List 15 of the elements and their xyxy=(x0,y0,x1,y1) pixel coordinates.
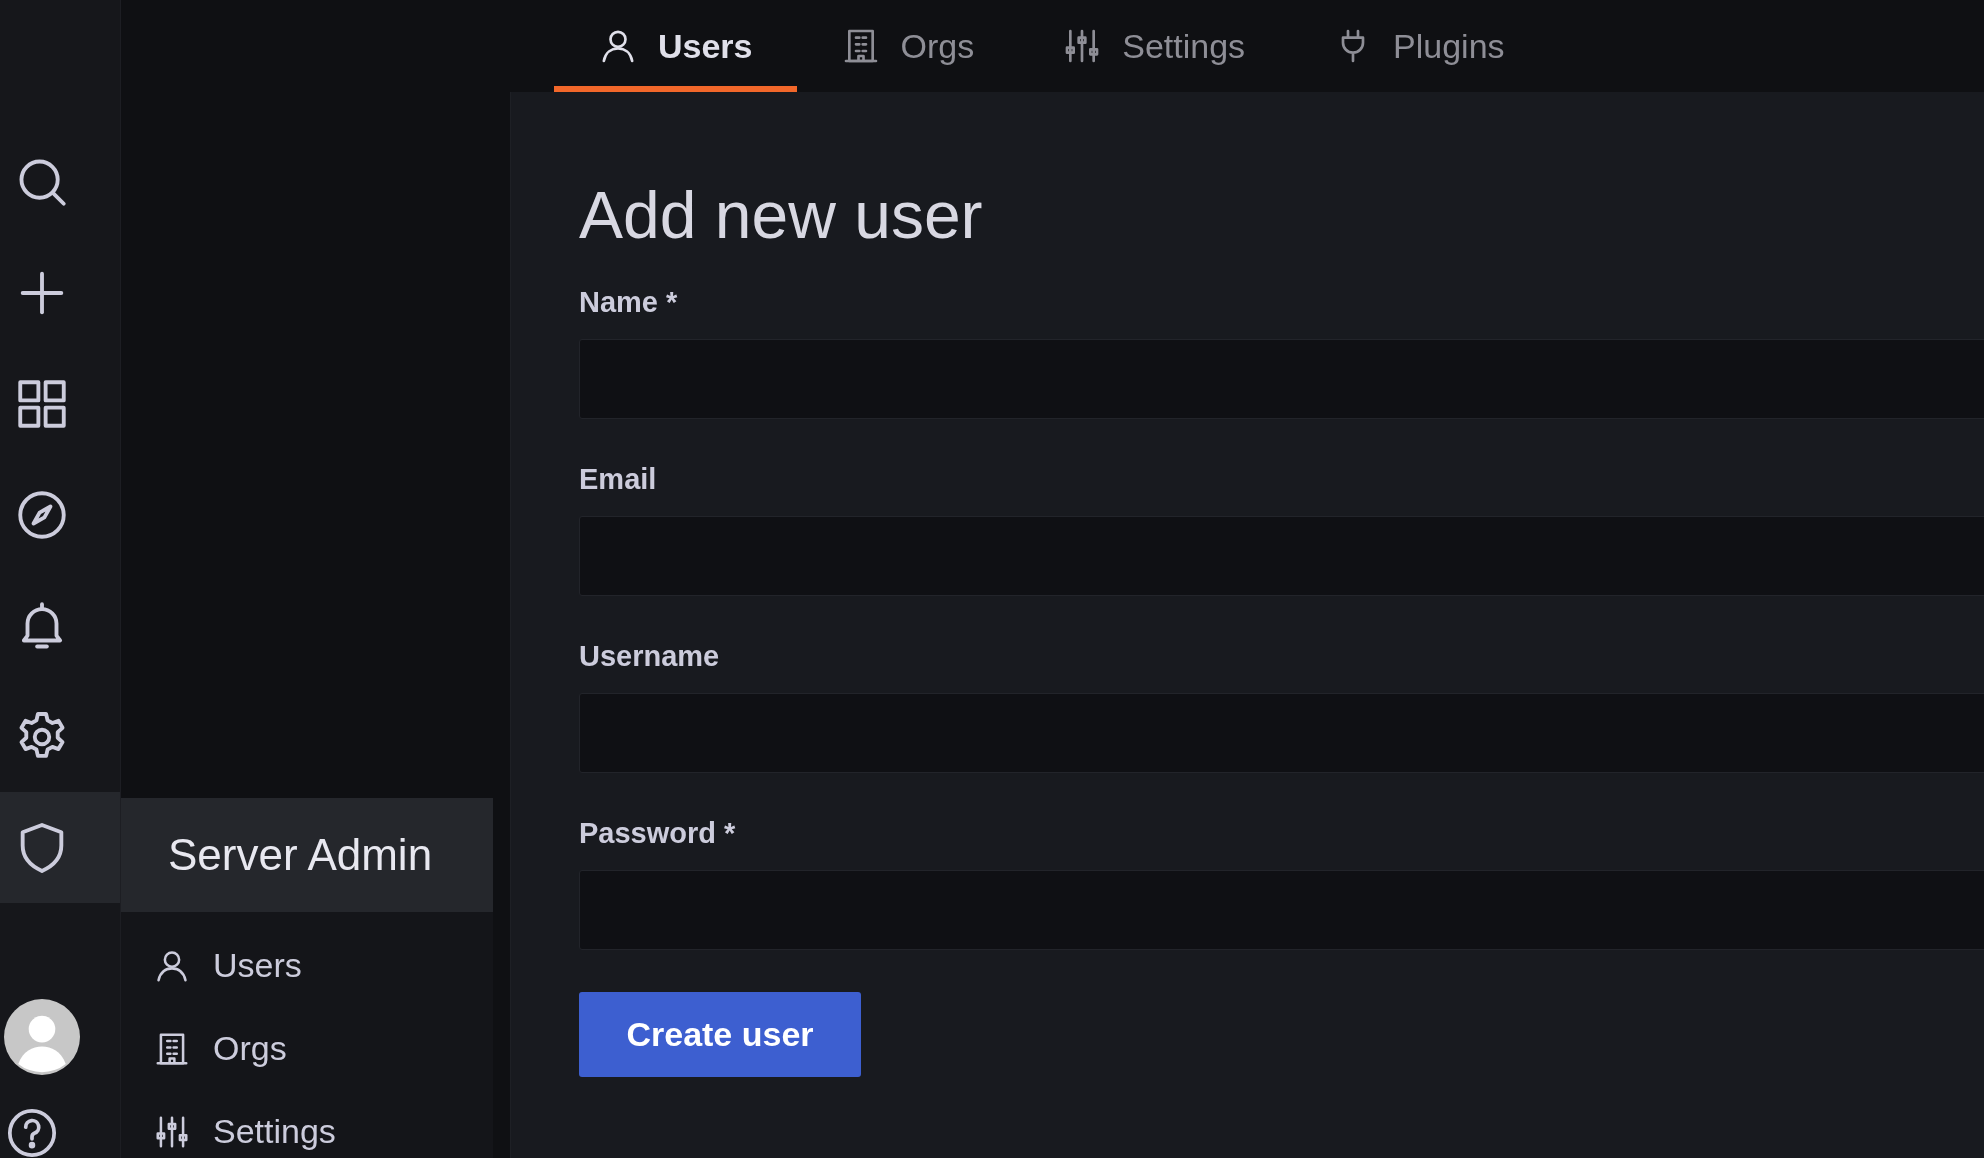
create-button[interactable]: Create user xyxy=(579,992,861,1077)
tab[interactable]: Settings xyxy=(1018,0,1290,92)
field-label: Email xyxy=(579,463,657,496)
flyout-title: Server Admin xyxy=(121,798,493,912)
nav-item[interactable] xyxy=(0,792,120,903)
avatar-icon[interactable] xyxy=(4,999,80,1075)
page-title: Add new user xyxy=(579,182,984,248)
field-label: Username xyxy=(579,640,720,673)
tab[interactable]: Orgs xyxy=(796,0,1019,92)
menu-item[interactable]: Users xyxy=(121,924,493,1007)
menu-item[interactable]: Settings xyxy=(121,1090,493,1158)
tab[interactable]: Plugins xyxy=(1289,0,1549,92)
field-label: Name * xyxy=(579,286,678,319)
menu-item[interactable]: Orgs xyxy=(121,1007,493,1090)
field-label: Password * xyxy=(579,817,736,850)
